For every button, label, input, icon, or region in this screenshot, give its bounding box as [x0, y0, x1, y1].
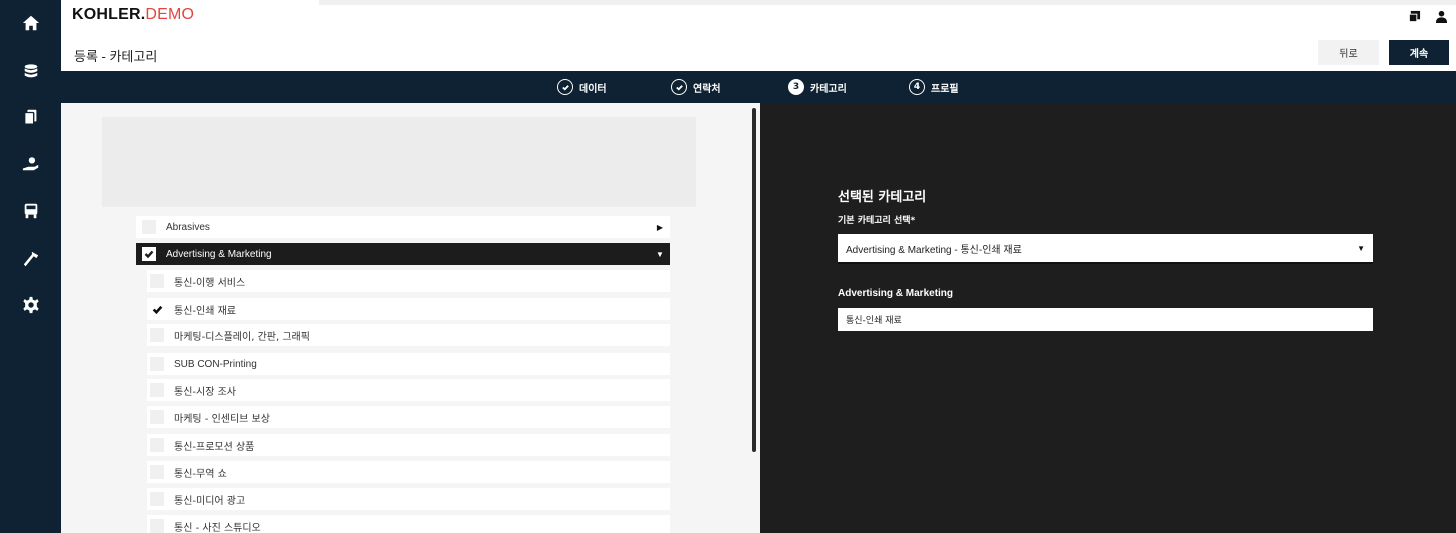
- home-icon[interactable]: [22, 14, 40, 32]
- selected-categories-panel: 선택된 카테고리 기본 카테고리 선택* Advertising & Marke…: [760, 103, 1456, 533]
- window-icon[interactable]: [1408, 10, 1421, 23]
- step-data[interactable]: 데이터: [557, 79, 607, 95]
- checkbox[interactable]: [142, 220, 156, 234]
- search-placeholder-area: [102, 117, 696, 207]
- subcategory-row[interactable]: 통신-이행 서비스: [147, 270, 670, 292]
- checkbox[interactable]: [150, 328, 164, 342]
- selected-heading: 선택된 카테고리: [838, 190, 927, 205]
- check-circle-icon: [671, 79, 687, 95]
- top-strip: [319, 0, 1456, 5]
- hammer-icon[interactable]: [22, 250, 40, 268]
- checkbox[interactable]: [150, 383, 164, 397]
- check-circle-icon: [557, 79, 573, 95]
- subcategory-row[interactable]: 통신 - 사진 스튜디오: [147, 515, 670, 533]
- gear-icon[interactable]: [22, 296, 40, 314]
- selected-category-chip[interactable]: 통신-인쇄 재료: [838, 308, 1373, 331]
- checkbox[interactable]: [150, 357, 164, 371]
- category-list-panel: Abrasives ▶ Advertising & Marketing ▼ 통신…: [61, 103, 760, 533]
- back-button[interactable]: 뒤로: [1318, 40, 1379, 65]
- left-nav-rail: [0, 0, 61, 533]
- subcategory-row[interactable]: 마케팅-디스플레이, 간판, 그래픽: [147, 324, 670, 346]
- subcategory-row[interactable]: 마케팅 - 인센티브 보상: [147, 406, 670, 428]
- step-category[interactable]: 3 카테고리: [788, 79, 847, 95]
- primary-category-label: 기본 카테고리 선택*: [838, 216, 916, 226]
- subcategory-row[interactable]: SUB CON-Printing: [147, 353, 670, 375]
- subcategory-row[interactable]: 통신-프로모션 상품: [147, 434, 670, 456]
- step-contact[interactable]: 연락처: [671, 79, 721, 95]
- scrollbar[interactable]: [752, 108, 756, 452]
- category-row-advertising[interactable]: Advertising & Marketing ▼: [136, 243, 670, 265]
- checkbox[interactable]: [150, 492, 164, 506]
- subcategory-row[interactable]: 통신-미디어 광고: [147, 488, 670, 510]
- continue-button[interactable]: 계속: [1389, 40, 1449, 65]
- primary-category-select[interactable]: Advertising & Marketing - 통신-인쇄 재료 ▼: [838, 234, 1373, 264]
- step-progress-bar: 데이터 연락처 3 카테고리 4 프로필: [61, 71, 1456, 103]
- caret-down-icon[interactable]: ▼: [650, 250, 670, 259]
- checkbox[interactable]: [150, 465, 164, 479]
- user-icon[interactable]: [1435, 10, 1448, 23]
- page-title: 등록 - 카테고리: [74, 49, 158, 64]
- truck-icon[interactable]: [22, 202, 40, 220]
- subcategory-row[interactable]: 통신-시장 조사: [147, 379, 670, 401]
- hand-user-icon[interactable]: [22, 155, 40, 173]
- page-header: 등록 - 카테고리 뒤로 계속: [61, 33, 1456, 71]
- checkbox[interactable]: [150, 438, 164, 452]
- checkbox[interactable]: [150, 519, 164, 533]
- category-row-abrasives[interactable]: Abrasives ▶: [136, 216, 670, 238]
- caret-right-icon[interactable]: ▶: [650, 223, 670, 232]
- caret-down-icon[interactable]: ▼: [1357, 244, 1365, 253]
- step-profile[interactable]: 4 프로필: [909, 79, 959, 95]
- top-bar: KOHLER.DEMO: [61, 0, 1456, 33]
- subcategory-row[interactable]: 통신-무역 쇼: [147, 461, 670, 483]
- checkmark-icon[interactable]: [150, 302, 164, 316]
- documents-icon[interactable]: [22, 108, 40, 126]
- checkbox-checked[interactable]: [142, 247, 156, 261]
- brand-logo[interactable]: KOHLER.DEMO: [72, 6, 194, 24]
- selected-group-label: Advertising & Marketing: [838, 288, 954, 299]
- checkbox[interactable]: [150, 274, 164, 288]
- step-number-4: 4: [909, 79, 925, 95]
- step-number-3: 3: [788, 79, 804, 95]
- top-right-icons: [1408, 10, 1448, 23]
- database-icon[interactable]: [22, 63, 40, 81]
- checkbox[interactable]: [150, 410, 164, 424]
- subcategory-row[interactable]: 통신-인쇄 재료: [147, 298, 670, 320]
